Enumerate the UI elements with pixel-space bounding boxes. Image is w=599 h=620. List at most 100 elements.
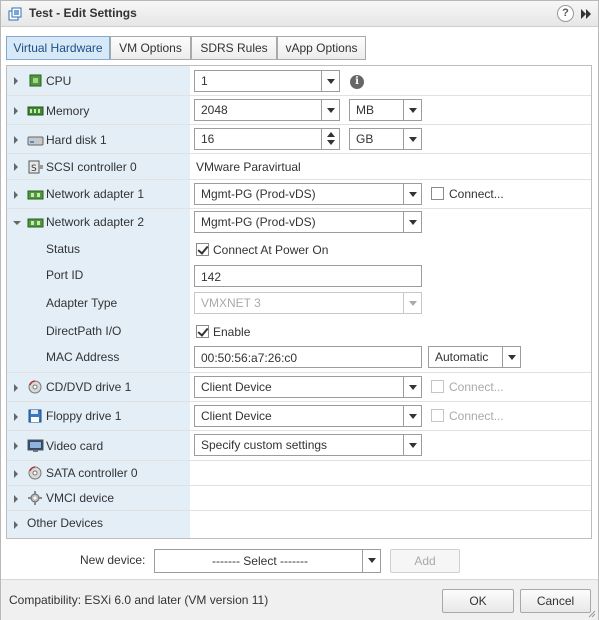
expand-caret-icon[interactable] <box>14 384 18 392</box>
chevron-down-icon[interactable] <box>403 406 421 426</box>
expand-caret-icon[interactable] <box>14 77 18 85</box>
hard-disk-size-stepper[interactable]: 16 <box>194 128 340 150</box>
port-id-value: 142 <box>201 270 222 284</box>
connect-at-power-on-label: Connect At Power On <box>213 243 329 257</box>
status-row: Status Connect At Power On <box>7 236 591 263</box>
info-icon[interactable]: i <box>350 75 364 89</box>
ok-button[interactable]: OK <box>442 589 514 613</box>
chevron-down-icon[interactable] <box>403 212 421 232</box>
memory-size-value: 2048 <box>201 103 228 117</box>
other-devices-row: Other Devices <box>7 511 591 538</box>
memory-icon <box>27 106 44 116</box>
vm-settings-icon <box>8 7 22 21</box>
cddvd-value: Client Device <box>201 380 272 394</box>
video-card-value: Specify custom settings <box>201 438 328 452</box>
other-devices-label: Other Devices <box>27 516 104 530</box>
cddvd-row: CD/DVD drive 1 Client Device Connect... <box>7 373 591 402</box>
add-device-button[interactable]: Add <box>390 549 460 573</box>
floppy-connect-checkbox <box>431 409 444 422</box>
expand-caret-icon[interactable] <box>14 136 18 144</box>
new-device-select-value: ------- Select ------- <box>212 554 308 568</box>
footer: Compatibility: ESXi 6.0 and later (VM ve… <box>1 579 598 620</box>
floppy-row: Floppy drive 1 Client Device Connect... <box>7 402 591 431</box>
floppy-select[interactable]: Client Device <box>194 405 422 427</box>
mac-mode-select[interactable]: Automatic <box>428 346 521 368</box>
chevron-down-icon[interactable] <box>321 71 339 91</box>
expand-caret-icon[interactable] <box>14 470 18 478</box>
vmci-device-label: VMCI device <box>46 491 115 505</box>
memory-label: Memory <box>46 104 90 118</box>
chevron-down-icon[interactable] <box>502 347 520 367</box>
cpu-count-select[interactable]: 1 <box>194 70 340 92</box>
network-adapter-2-row: Network adapter 2 Mgmt-PG (Prod-vDS) <box>7 209 591 236</box>
chevron-down-icon[interactable] <box>403 435 421 455</box>
network-adapter-1-connect-label: Connect... <box>449 187 504 201</box>
new-device-label: New device: <box>80 553 146 567</box>
resize-grip-icon[interactable] <box>588 610 596 618</box>
memory-size-select[interactable]: 2048 <box>194 99 340 121</box>
hard-disk-icon <box>27 136 44 146</box>
directpath-row: DirectPath I/O Enable <box>7 317 591 344</box>
port-id-field[interactable]: 142 <box>194 265 422 287</box>
chevron-down-icon <box>403 293 421 313</box>
expand-caret-icon[interactable] <box>14 495 18 503</box>
video-card-select[interactable]: Specify custom settings <box>194 434 422 456</box>
tab-virtual-hardware[interactable]: Virtual Hardware <box>6 36 110 60</box>
video-card-row: Video card Specify custom settings <box>7 431 591 461</box>
expand-caret-icon[interactable] <box>14 442 18 450</box>
network-adapter-1-value: Mgmt-PG (Prod-vDS) <box>201 187 316 201</box>
chevron-down-icon[interactable] <box>403 129 421 149</box>
scsi-controller-icon: S <box>28 160 43 174</box>
adapter-type-select: VMXNET 3 <box>194 292 422 314</box>
chevron-down-icon[interactable] <box>362 550 380 572</box>
expand-caret-icon[interactable] <box>14 163 18 171</box>
cpu-count-value: 1 <box>201 74 208 88</box>
edit-settings-dialog: Test - Edit Settings ? Virtual Hardware … <box>0 0 599 620</box>
tab-sdrs-rules[interactable]: SDRS Rules <box>191 36 277 60</box>
new-device-select[interactable]: ------- Select ------- <box>154 549 381 573</box>
hard-disk-size-value: 16 <box>201 132 215 146</box>
expand-caret-icon[interactable] <box>14 413 18 421</box>
fast-forward-icon[interactable] <box>579 7 593 21</box>
expand-caret-icon[interactable] <box>14 191 18 199</box>
chevron-down-icon[interactable] <box>321 100 339 120</box>
tab-vapp-options[interactable]: vApp Options <box>277 36 366 60</box>
chevron-down-icon[interactable] <box>403 184 421 204</box>
network-adapter-1-select[interactable]: Mgmt-PG (Prod-vDS) <box>194 183 422 205</box>
port-id-label: Port ID <box>46 268 84 282</box>
directpath-enable-label: Enable <box>213 325 251 339</box>
help-icon[interactable]: ? <box>557 5 574 22</box>
network-adapter-2-select[interactable]: Mgmt-PG (Prod-vDS) <box>194 211 422 233</box>
tab-vm-options[interactable]: VM Options <box>110 36 191 60</box>
mac-address-field[interactable]: 00:50:56:a7:26:c0 <box>194 346 422 368</box>
cancel-button[interactable]: Cancel <box>520 589 591 613</box>
connect-at-power-on-checkbox[interactable] <box>196 243 209 256</box>
memory-row: Memory 2048 MB <box>7 96 591 125</box>
cddvd-select[interactable]: Client Device <box>194 376 422 398</box>
memory-unit-value: MB <box>356 103 374 117</box>
svg-text:S: S <box>31 164 37 174</box>
network-adapter-1-row: Network adapter 1 Mgmt-PG (Prod-vDS) Con… <box>7 180 591 209</box>
floppy-icon <box>28 409 42 423</box>
directpath-enable-checkbox[interactable] <box>196 325 209 338</box>
vmci-device-row: VMCI device <box>7 486 591 511</box>
network-adapter-2-label: Network adapter 2 <box>46 215 145 229</box>
hard-disk-unit-select[interactable]: GB <box>349 128 422 150</box>
status-label: Status <box>46 242 81 256</box>
expand-caret-icon[interactable] <box>14 521 18 529</box>
directpath-label: DirectPath I/O <box>46 324 122 338</box>
sata-controller-row: SATA controller 0 <box>7 461 591 486</box>
chevron-down-icon[interactable] <box>403 100 421 120</box>
dialog-title: Test - Edit Settings <box>29 6 137 20</box>
adapter-type-row: Adapter Type VMXNET 3 <box>7 290 591 317</box>
gear-icon <box>28 491 42 505</box>
expand-caret-icon[interactable] <box>14 107 18 115</box>
memory-unit-select[interactable]: MB <box>349 99 422 121</box>
collapse-caret-icon[interactable] <box>13 221 21 225</box>
stepper-arrows-icon[interactable] <box>321 129 339 149</box>
title-bar[interactable]: Test - Edit Settings ? <box>1 1 598 27</box>
network-adapter-1-connect-checkbox[interactable] <box>431 187 444 200</box>
network-adapter-2-value: Mgmt-PG (Prod-vDS) <box>201 215 316 229</box>
chevron-down-icon[interactable] <box>403 377 421 397</box>
hard-disk-unit-value: GB <box>356 132 374 146</box>
